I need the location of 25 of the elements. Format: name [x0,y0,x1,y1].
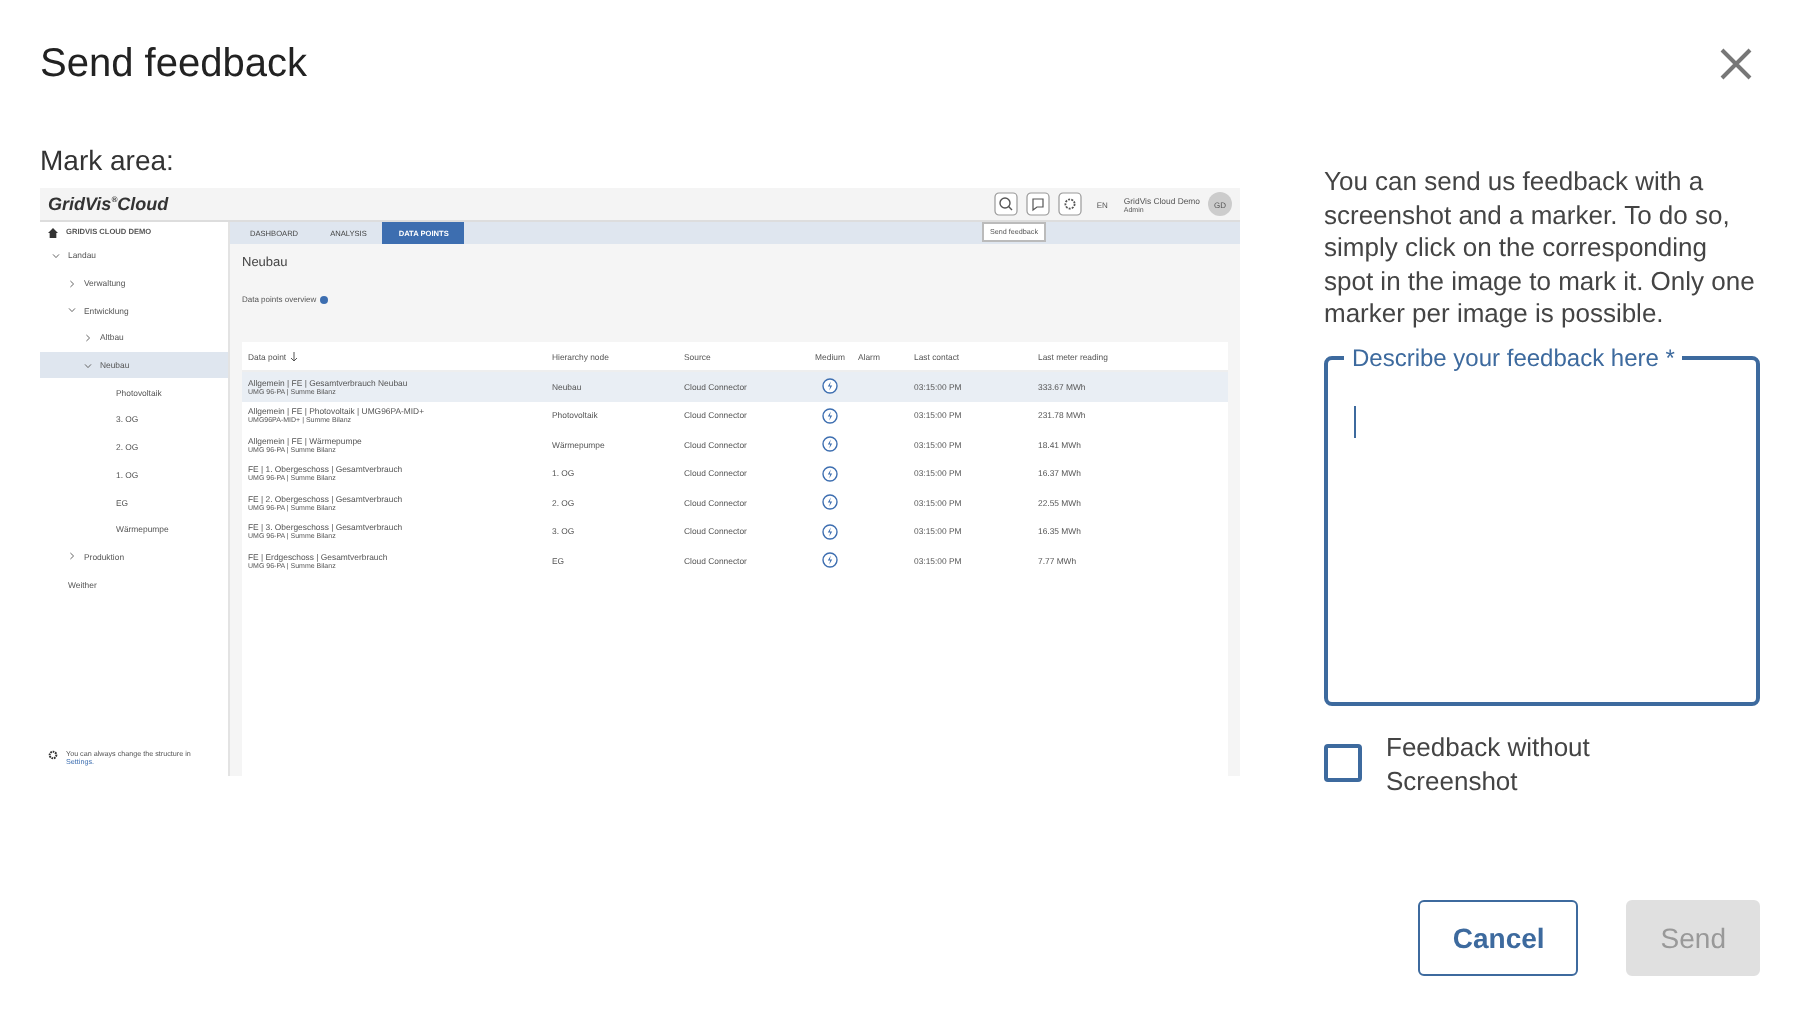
info-icon [320,295,329,303]
lightning-icon [822,523,838,540]
chevron-icon [68,552,76,561]
search-icon [994,192,1019,216]
checkbox[interactable] [1324,744,1362,782]
lightning-icon [822,407,838,424]
feedback-icon [1026,192,1051,216]
lightning-icon [822,494,838,511]
settings-icon [1058,192,1083,216]
dialog-title: Send feedback [40,41,307,87]
home-icon [48,227,58,237]
checkbox-label: Feedback without Screenshot [1386,729,1592,797]
chevron-icon [68,279,76,288]
lightning-icon [822,378,838,395]
cancel-button[interactable]: Cancel [1418,899,1579,975]
lightning-icon [822,552,838,569]
mark-area-label: Mark area: [40,144,176,176]
feedback-field[interactable]: Describe your feedback here * [1324,343,1760,705]
sort-arrow-icon [290,351,299,361]
instructions-text: You can send us feedback with a screenshot and a marker. To do so, simply click on the corresponding spot in the image to mark it. Only one marker per image is possible. [1324,166,1757,331]
close-icon[interactable] [1718,46,1754,82]
gear-icon [48,749,58,760]
chevron-icon [84,333,92,342]
lightning-icon [822,436,838,453]
lightning-icon [822,465,838,482]
